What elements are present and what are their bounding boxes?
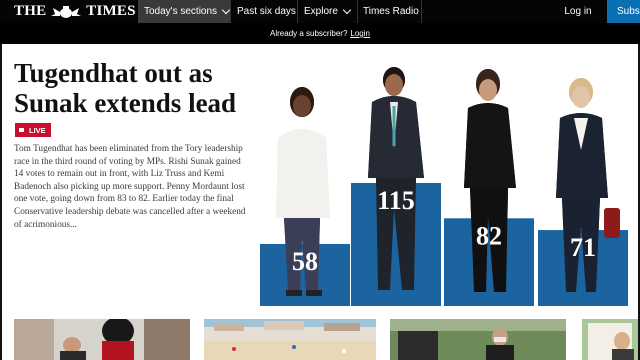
thumbnail-press[interactable] [390, 319, 566, 360]
article-summary[interactable]: Tom Tugendhat has been eliminated from t… [14, 143, 250, 231]
login-button[interactable]: Log in [548, 0, 608, 23]
subscribe-button[interactable]: Subscribe [607, 0, 640, 23]
live-label: LIVE [29, 125, 46, 135]
nav-times-radio[interactable]: Times Radio [363, 0, 419, 23]
page-border-left [0, 44, 2, 360]
nav-divider [357, 0, 358, 23]
nav-label: Today's sections [144, 6, 218, 17]
subscriber-prompt: Already a subscriber? [270, 29, 348, 38]
times-logo[interactable]: THE TIMES [14, 2, 136, 21]
nav-divider [297, 0, 298, 23]
logo-text-right: TIMES [86, 3, 136, 19]
thumbnail-guards[interactable] [14, 319, 190, 360]
nav-label: Explore [304, 6, 338, 17]
nav-label: Past six days [237, 6, 296, 17]
nav-todays-sections[interactable]: Today's sections [138, 0, 231, 23]
login-link[interactable]: Login [350, 29, 370, 38]
vote-bars: 58 115 82 71 [260, 67, 628, 306]
article-headline[interactable]: Tugendhat out as Sunak extends lead [14, 58, 264, 118]
nav-explore[interactable]: Explore [304, 0, 352, 23]
nav-divider [230, 0, 231, 23]
hero-vote-graphic[interactable]: 58 115 82 71 [256, 58, 636, 316]
thumbnail-portrait[interactable] [582, 319, 638, 360]
vote-count-label: 82 [476, 221, 502, 250]
thumbnail-beach[interactable] [204, 319, 376, 360]
subscriber-bar: Already a subscriber? Login [0, 23, 640, 44]
nav-divider [421, 0, 422, 23]
chevron-down-icon [342, 5, 352, 14]
live-indicator-icon [19, 128, 24, 132]
logo-text-left: THE [14, 3, 47, 19]
nav-past-six-days[interactable]: Past six days [237, 0, 296, 23]
nav-label: Times Radio [363, 6, 419, 17]
live-badge: LIVE [15, 123, 51, 137]
vote-count-label: 58 [292, 247, 318, 276]
top-navigation: THE TIMES Today's sections Past six days… [0, 0, 640, 23]
vote-count-label: 71 [570, 233, 596, 262]
vote-count-label: 115 [377, 186, 415, 215]
royal-crest-icon [51, 5, 82, 18]
